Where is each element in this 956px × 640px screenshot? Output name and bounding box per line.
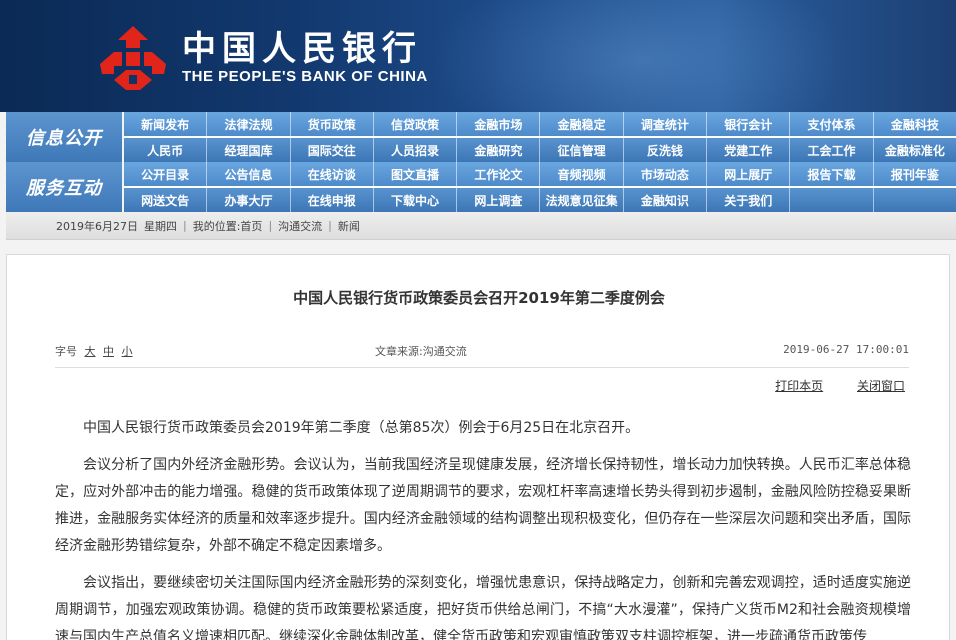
breadcrumb: 2019年6月27日 星期四 | 我的位置:首页 | 沟通交流 | 新闻 <box>6 212 956 240</box>
header-glow <box>430 0 850 112</box>
article-meta: 字号 大 中 小 文章来源:沟通交流 2019-06-27 17:00:01 <box>55 343 909 359</box>
page: 中国人民银行 THE PEOPLE'S BANK OF CHINA 信息公开 新… <box>0 0 956 640</box>
nav-link[interactable]: 报刊年鉴 <box>874 162 956 186</box>
nav-link[interactable]: 金融市场 <box>457 112 541 136</box>
nav-link[interactable]: 在线访谈 <box>291 162 374 186</box>
bank-name-en: THE PEOPLE'S BANK OF CHINA <box>182 68 428 85</box>
nav-link[interactable]: 在线申报 <box>291 188 374 212</box>
nav-link[interactable]: 法律法规 <box>207 112 291 136</box>
nav-link[interactable]: 金融标准化 <box>874 138 956 162</box>
nav-link[interactable]: 公告信息 <box>207 162 291 186</box>
nav-link[interactable]: 经理国库 <box>207 138 291 162</box>
nav-empty-cell <box>790 188 874 212</box>
nav-link[interactable]: 办事大厅 <box>207 188 291 212</box>
pboc-logo-icon[interactable] <box>96 24 170 94</box>
article-source: 文章来源:沟通交流 <box>375 345 467 358</box>
print-page-link[interactable]: 打印本页 <box>775 379 823 393</box>
article-paragraph: 会议指出，要继续密切关注国际国内经济金融形势的深刻变化，增强忧患意识，保持战略定… <box>55 575 911 640</box>
nav-link[interactable]: 市场动态 <box>624 162 708 186</box>
nav-link[interactable]: 网上调查 <box>457 188 541 212</box>
article-actions: 打印本页 关闭窗口 <box>745 377 905 394</box>
font-size-large-link[interactable]: 大 <box>85 345 96 358</box>
nav-section-label-service: 服务互动 <box>6 162 122 212</box>
current-date: 2019年6月27日 <box>56 219 138 233</box>
nav-link[interactable]: 银行会计 <box>707 112 791 136</box>
nav-link[interactable]: 国际交往 <box>291 138 374 162</box>
nav-link[interactable]: 调查统计 <box>624 112 708 136</box>
article-paragraph: 会议分析了国内外经济金融形势。会议认为，当前我国经济呈现健康发展，经济增长保持韧… <box>55 457 911 554</box>
nav-link[interactable]: 网上展厅 <box>707 162 791 186</box>
nav-link[interactable]: 反洗钱 <box>624 138 708 162</box>
article-body: 中国人民银行货币政策委员会2019年第二季度（总第85次）例会于6月25日在北京… <box>55 415 911 640</box>
font-size-controls: 字号 大 中 小 <box>55 343 133 359</box>
breadcrumb-separator: | <box>328 219 332 232</box>
site-header: 中国人民银行 THE PEOPLE'S BANK OF CHINA <box>0 0 956 112</box>
meta-divider <box>55 367 909 368</box>
nav-link[interactable]: 法规意见征集 <box>540 188 624 212</box>
font-size-medium-link[interactable]: 中 <box>103 345 114 358</box>
nav-link[interactable]: 金融稳定 <box>540 112 624 136</box>
nav-link[interactable]: 新闻发布 <box>124 112 208 136</box>
article-card: 中国人民银行货币政策委员会召开2019年第二季度例会 字号 大 中 小 文章来源… <box>6 254 950 640</box>
nav-link[interactable]: 关于我们 <box>707 188 791 212</box>
nav-link[interactable]: 金融科技 <box>874 112 956 136</box>
font-size-label: 字号 <box>55 345 77 358</box>
nav-link[interactable]: 公开目录 <box>124 162 208 186</box>
article-datetime: 2019-06-27 17:00:01 <box>783 343 909 356</box>
breadcrumb-home-link[interactable]: 我的位置:首页 <box>193 218 263 234</box>
current-weekday: 星期四 <box>144 219 177 233</box>
nav-row-2: 人民币 经理国库 国际交往 人员招录 金融研究 征信管理 反洗钱 党建工作 工会工作 金融标准化 <box>124 138 956 162</box>
breadcrumb-level2-link[interactable]: 沟通交流 <box>278 218 322 234</box>
nav-link[interactable]: 人员招录 <box>374 138 458 162</box>
nav-link[interactable]: 金融知识 <box>624 188 708 212</box>
bank-name-cn: 中国人民银行 <box>182 29 422 69</box>
nav-link[interactable]: 音频视频 <box>540 162 624 186</box>
main-nav: 信息公开 新闻发布 法律法规 货币政策 信贷政策 金融市场 金融稳定 调查统计 银行会计 支付体… <box>6 112 956 212</box>
article-paragraph: 中国人民银行货币政策委员会2019年第二季度（总第85次）例会于6月25日在北京… <box>83 420 640 436</box>
breadcrumb-separator: | <box>183 219 187 232</box>
nav-row-1: 新闻发布 法律法规 货币政策 信贷政策 金融市场 金融稳定 调查统计 银行会计 支付体系 金融科技 <box>124 112 956 136</box>
nav-row-4: 网送文告 办事大厅 在线申报 下载中心 网上调查 法规意见征集 金融知识 关于我们 <box>124 188 956 212</box>
nav-empty-cell <box>874 188 956 212</box>
nav-link[interactable]: 人民币 <box>124 138 208 162</box>
nav-link[interactable]: 征信管理 <box>540 138 624 162</box>
article-title: 中国人民银行货币政策委员会召开2019年第二季度例会 <box>293 289 665 307</box>
nav-row-3: 公开目录 公告信息 在线访谈 图文直播 工作论文 音频视频 市场动态 网上展厅 报告下载 报刊年鉴 <box>124 162 956 186</box>
nav-link[interactable]: 工作论文 <box>457 162 541 186</box>
nav-link[interactable]: 信贷政策 <box>374 112 458 136</box>
nav-link[interactable]: 报告下载 <box>790 162 874 186</box>
nav-link[interactable]: 货币政策 <box>291 112 374 136</box>
nav-section-label-info: 信息公开 <box>6 112 122 162</box>
font-size-small-link[interactable]: 小 <box>122 345 133 358</box>
nav-link[interactable]: 支付体系 <box>790 112 874 136</box>
nav-link[interactable]: 下载中心 <box>374 188 458 212</box>
nav-link[interactable]: 工会工作 <box>790 138 874 162</box>
close-window-link[interactable]: 关闭窗口 <box>857 379 905 393</box>
nav-link[interactable]: 党建工作 <box>707 138 791 162</box>
nav-link[interactable]: 金融研究 <box>457 138 541 162</box>
nav-link[interactable]: 网送文告 <box>124 188 208 212</box>
breadcrumb-level3-link[interactable]: 新闻 <box>338 218 360 234</box>
breadcrumb-separator: | <box>268 219 273 232</box>
nav-link[interactable]: 图文直播 <box>374 162 458 186</box>
